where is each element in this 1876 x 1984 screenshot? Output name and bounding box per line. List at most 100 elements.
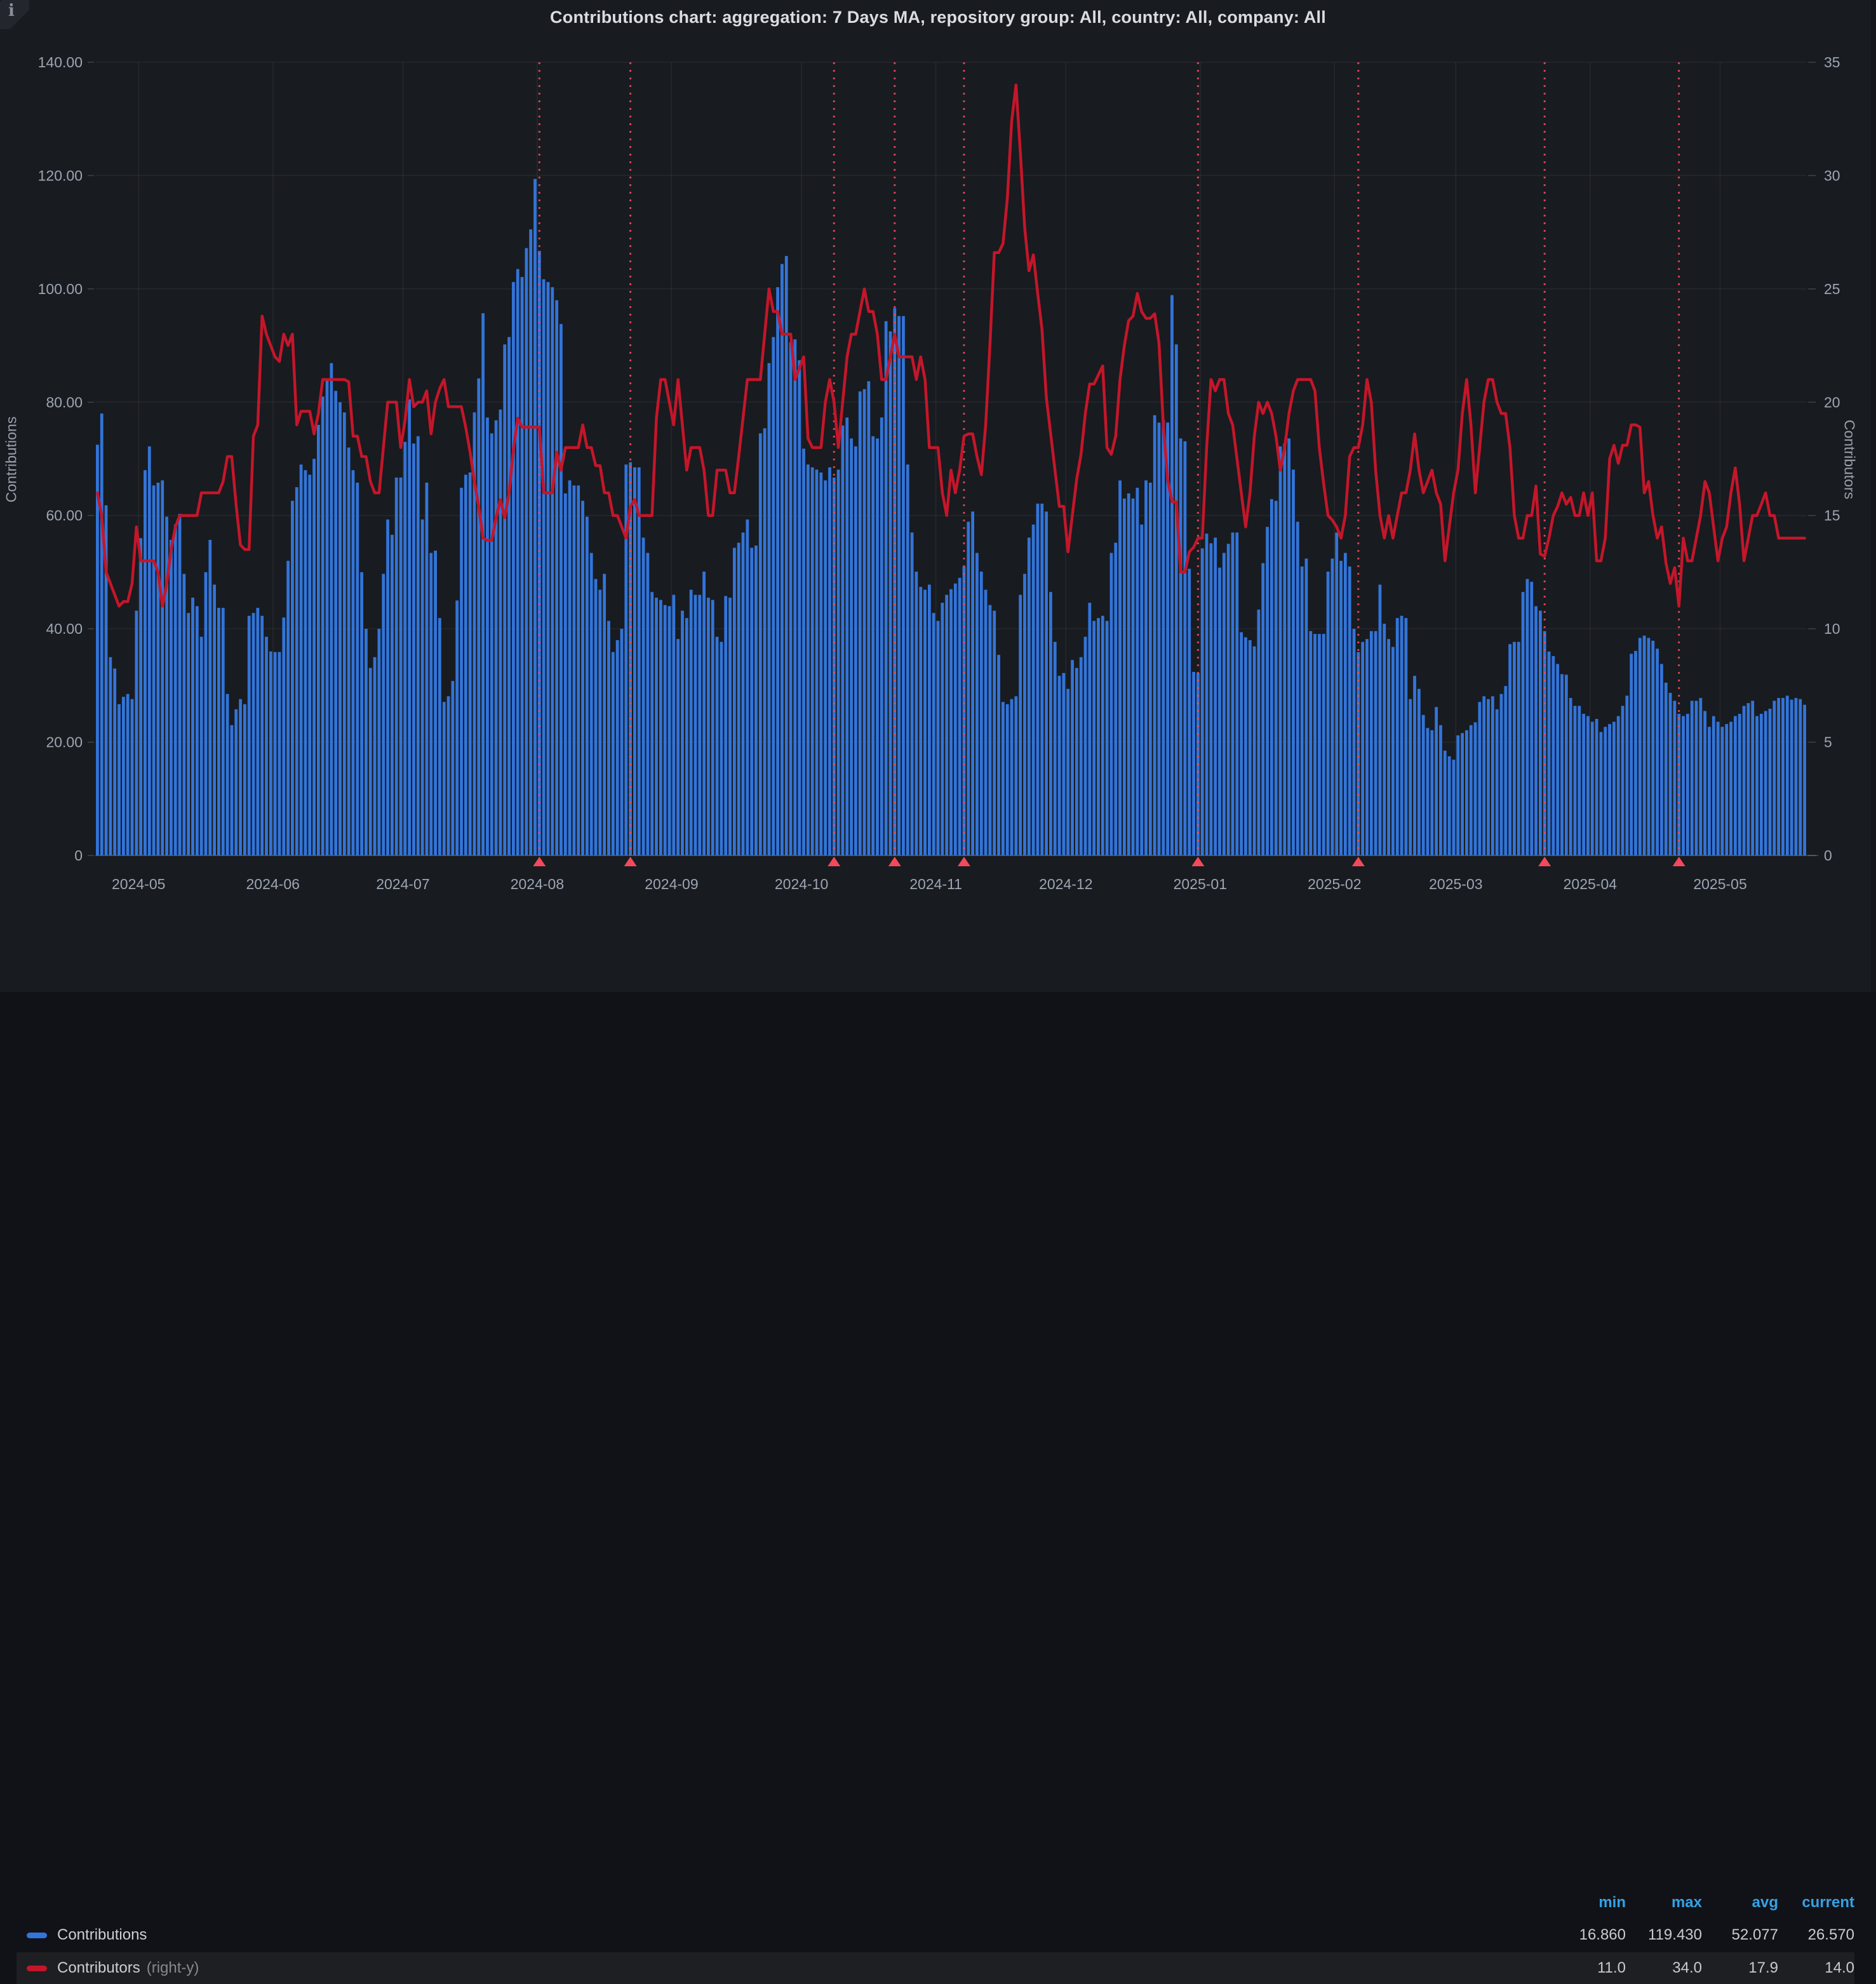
contribution-bar bbox=[208, 540, 211, 855]
contribution-bar bbox=[937, 621, 940, 855]
contribution-bar bbox=[737, 543, 740, 855]
contribution-bar bbox=[1387, 639, 1390, 855]
contribution-bar bbox=[919, 587, 922, 855]
contribution-bar bbox=[1600, 732, 1603, 855]
contribution-bar bbox=[447, 696, 450, 855]
contribution-bar bbox=[720, 642, 723, 855]
contribution-bar bbox=[1522, 592, 1525, 855]
x-axis-month-label: 2024-06 bbox=[246, 876, 300, 892]
contribution-bar bbox=[997, 655, 1000, 855]
contribution-bar bbox=[811, 467, 814, 855]
contributors-max: 34.0 bbox=[1626, 1959, 1702, 1977]
contribution-bar bbox=[989, 605, 992, 855]
contribution-bar bbox=[438, 618, 441, 855]
right-axis-tick-label: 20 bbox=[1824, 394, 1840, 410]
contribution-bar bbox=[408, 399, 411, 855]
contribution-bar bbox=[1040, 504, 1043, 855]
stat-header-avg[interactable]: avg bbox=[1702, 1894, 1778, 1912]
contribution-bar bbox=[1054, 642, 1057, 855]
contribution-bar bbox=[1461, 733, 1464, 855]
contribution-bar bbox=[1235, 532, 1238, 855]
contribution-bar bbox=[685, 618, 688, 855]
contribution-bar bbox=[1301, 566, 1304, 855]
stat-header-max[interactable]: max bbox=[1626, 1894, 1702, 1912]
annotation-marker-triangle[interactable] bbox=[1191, 857, 1204, 866]
contribution-bar bbox=[1331, 559, 1334, 855]
annotation-marker-triangle[interactable] bbox=[827, 857, 840, 866]
contribution-bar bbox=[352, 470, 355, 855]
contribution-bar bbox=[1699, 698, 1702, 855]
contribution-bar bbox=[763, 428, 767, 855]
contribution-bar bbox=[1677, 714, 1680, 855]
contribution-bar bbox=[1023, 574, 1026, 855]
annotation-marker-triangle[interactable] bbox=[1352, 857, 1365, 866]
contribution-bar bbox=[1227, 544, 1230, 855]
contribution-bar bbox=[733, 548, 736, 855]
annotation-marker-triangle[interactable] bbox=[888, 857, 901, 866]
contribution-bar bbox=[1725, 724, 1728, 855]
contribution-bar bbox=[984, 590, 988, 855]
contributors-series-swatch[interactable] bbox=[27, 1966, 47, 1971]
contribution-bar bbox=[915, 572, 918, 855]
contribution-bar bbox=[1231, 532, 1235, 855]
contribution-bar bbox=[650, 592, 653, 855]
contribution-bar bbox=[490, 433, 493, 855]
contribution-bar bbox=[1504, 686, 1507, 855]
contribution-bar bbox=[1132, 499, 1135, 855]
chart-canvas[interactable]: 0020.00540.001060.001580.0020100.0025120… bbox=[0, 0, 1876, 1003]
contribution-bar bbox=[213, 585, 216, 855]
contribution-bar bbox=[906, 464, 909, 855]
right-axis-tick-label: 5 bbox=[1824, 734, 1832, 751]
contribution-bar bbox=[403, 442, 406, 855]
contribution-bar bbox=[1526, 579, 1529, 855]
annotation-marker-triangle[interactable] bbox=[533, 857, 546, 866]
contribution-bar bbox=[1769, 709, 1772, 855]
contribution-bar bbox=[1625, 695, 1628, 855]
contribution-bar bbox=[676, 639, 680, 855]
annotation-marker-triangle[interactable] bbox=[958, 857, 970, 866]
contribution-bar bbox=[1478, 702, 1481, 855]
contribution-bar bbox=[1703, 711, 1706, 855]
annotation-marker-triangle[interactable] bbox=[624, 857, 637, 866]
contribution-bar bbox=[1539, 611, 1542, 855]
contribution-bar bbox=[412, 443, 415, 855]
contributions-series-label[interactable]: Contributions bbox=[57, 1926, 147, 1944]
contribution-bar bbox=[1309, 631, 1312, 855]
contribution-bar bbox=[1313, 634, 1317, 855]
contributions-series-swatch[interactable] bbox=[27, 1933, 47, 1938]
contribution-bar bbox=[754, 546, 758, 855]
contribution-bar bbox=[1287, 438, 1290, 855]
contribution-bar bbox=[1465, 730, 1468, 855]
x-axis-month-label: 2024-10 bbox=[775, 876, 828, 892]
contribution-bar bbox=[798, 360, 801, 855]
contribution-bar bbox=[1500, 694, 1503, 855]
contribution-bar bbox=[728, 598, 732, 855]
contribution-bar bbox=[612, 652, 615, 855]
contribution-bar bbox=[945, 595, 948, 855]
left-axis-tick-label: 120.00 bbox=[38, 167, 83, 184]
contribution-bar bbox=[980, 572, 983, 855]
annotation-marker-triangle[interactable] bbox=[1538, 857, 1551, 866]
annotation-marker-triangle[interactable] bbox=[1673, 857, 1685, 866]
contribution-bar bbox=[100, 413, 104, 855]
contribution-bar bbox=[776, 287, 779, 855]
contribution-bar bbox=[1409, 699, 1412, 855]
contribution-bar bbox=[1344, 553, 1347, 855]
contribution-bar bbox=[1439, 725, 1442, 855]
contribution-bar bbox=[326, 380, 329, 855]
contribution-bar bbox=[1405, 618, 1408, 855]
contributors-avg: 17.9 bbox=[1702, 1959, 1778, 1977]
contribution-bar bbox=[365, 629, 368, 855]
contribution-bar bbox=[819, 473, 822, 855]
contribution-bar bbox=[573, 485, 576, 855]
contribution-bar bbox=[286, 561, 290, 855]
contribution-bar bbox=[1162, 420, 1165, 855]
contributors-series-label[interactable]: Contributors bbox=[57, 1959, 140, 1977]
stat-header-current[interactable]: current bbox=[1778, 1894, 1854, 1912]
contribution-bar bbox=[360, 572, 363, 855]
stat-header-min[interactable]: min bbox=[1550, 1894, 1626, 1912]
contribution-bar bbox=[222, 608, 225, 855]
contribution-bar bbox=[1435, 707, 1438, 855]
contribution-bar bbox=[1158, 422, 1161, 855]
contribution-bar bbox=[234, 709, 238, 855]
